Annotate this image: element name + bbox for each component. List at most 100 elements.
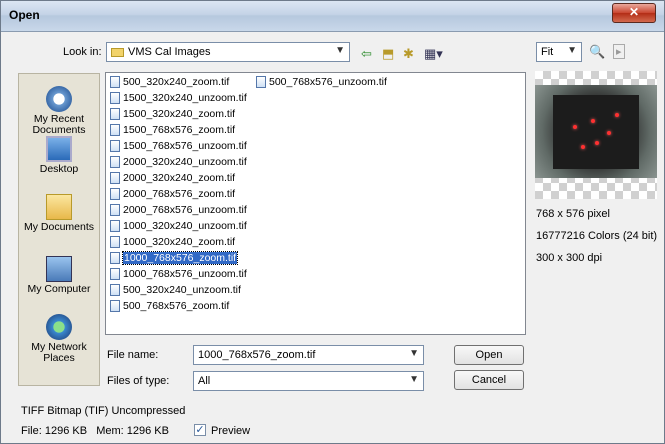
open-button[interactable]: Open <box>454 345 524 365</box>
place-network-places[interactable]: My Network Places <box>19 314 99 364</box>
list-item[interactable]: 1000_320x240_unzoom.tif <box>110 219 247 233</box>
chevron-down-icon: ▼ <box>335 45 345 56</box>
list-item[interactable]: 500_768x576_zoom.tif <box>110 299 229 313</box>
look-in-combo[interactable]: VMS Cal Images ▼ <box>106 42 350 62</box>
place-desktop[interactable]: Desktop <box>19 136 99 175</box>
my-computer-icon <box>46 256 72 282</box>
zoom-value: Fit <box>541 46 554 58</box>
places-bar: My Recent Documents Desktop My Documents… <box>18 73 100 386</box>
tif-file-icon <box>110 140 120 153</box>
network-places-icon <box>46 314 72 340</box>
place-my-computer[interactable]: My Computer <box>19 256 99 295</box>
place-my-documents[interactable]: My Documents <box>19 194 99 233</box>
format-status: TIFF Bitmap (TIF) Uncompressed <box>21 405 186 417</box>
file-name: 1000_320x240_unzoom.tif <box>123 220 247 232</box>
list-item[interactable]: 1500_768x576_zoom.tif <box>110 123 235 137</box>
chevron-down-icon: ▼ <box>409 348 419 359</box>
tif-file-icon <box>110 108 120 121</box>
close-button[interactable]: ✕ <box>612 3 656 23</box>
list-item[interactable]: 500_768x576_unzoom.tif <box>256 75 387 89</box>
preview-dpi: 300 x 300 dpi <box>536 252 603 264</box>
preview-dot <box>607 131 611 135</box>
file-name: 1500_320x240_unzoom.tif <box>123 92 247 104</box>
folder-up-icon[interactable]: ⬒ <box>382 46 394 62</box>
file-name: 2000_768x576_zoom.tif <box>123 188 236 200</box>
file-name: 2000_320x240_unzoom.tif <box>123 156 247 168</box>
back-icon[interactable]: ⇦ <box>361 46 372 62</box>
preview-dot <box>573 125 577 129</box>
close-icon: ✕ <box>628 5 640 19</box>
list-item[interactable]: 2000_320x240_unzoom.tif <box>110 155 247 169</box>
file-list[interactable]: 500_320x240_zoom.tif 1500_320x240_unzoom… <box>105 72 526 335</box>
file-name: 500_768x576_zoom.tif <box>123 300 230 312</box>
tif-file-icon <box>110 172 120 185</box>
file-name: 2000_320x240_zoom.tif <box>123 172 236 184</box>
file-type-combo[interactable]: All ▼ <box>193 371 424 391</box>
zoom-combo[interactable]: Fit ▼ <box>536 42 582 62</box>
look-in-text: VMS Cal Images <box>128 46 211 58</box>
tif-file-icon <box>110 124 120 137</box>
desktop-icon <box>46 136 72 162</box>
file-name: 500_768x576_unzoom.tif <box>269 76 387 88</box>
file-name-combo[interactable]: 1000_768x576_zoom.tif ▼ <box>193 345 424 365</box>
place-label: My Network Places <box>31 341 87 364</box>
my-documents-icon <box>46 194 72 220</box>
file-name: 1500_768x576_unzoom.tif <box>123 140 247 152</box>
place-label: My Documents <box>23 221 95 233</box>
file-name-value: 1000_768x576_zoom.tif <box>198 349 316 361</box>
place-recent-documents[interactable]: My Recent Documents <box>19 86 99 136</box>
preview-checkbox[interactable]: ✓ <box>194 424 206 436</box>
tif-file-icon <box>110 188 120 201</box>
views-menu-icon[interactable]: ▦▾ <box>424 46 443 62</box>
tif-file-icon <box>110 252 120 265</box>
list-item[interactable]: 500_320x240_unzoom.tif <box>110 283 241 297</box>
list-item[interactable]: 1000_768x576_unzoom.tif <box>110 267 247 281</box>
tif-file-icon <box>256 76 266 89</box>
list-item[interactable]: 1500_768x576_unzoom.tif <box>110 139 247 153</box>
place-label: My Computer <box>27 283 91 295</box>
zoom-page-icon[interactable]: 🔍 <box>589 44 605 60</box>
preview-image <box>535 85 657 178</box>
file-type-value: All <box>198 375 211 387</box>
preview-checkbox-label: Preview <box>211 425 251 437</box>
preview-colors: 16777216 Colors (24 bit) <box>536 230 658 242</box>
tif-file-icon <box>110 220 120 233</box>
recent-documents-icon <box>46 86 72 112</box>
list-item[interactable]: 2000_320x240_zoom.tif <box>110 171 235 185</box>
tif-file-icon <box>110 204 120 217</box>
file-type-label: Files of type: <box>107 375 170 387</box>
file-name: 500_320x240_zoom.tif <box>123 76 230 88</box>
file-name-label: File name: <box>107 349 159 361</box>
file-name: 1000_768x576_unzoom.tif <box>123 268 247 280</box>
chevron-down-icon: ▼ <box>567 45 577 56</box>
look-in-value: VMS Cal Images <box>111 46 211 58</box>
list-item[interactable]: 1000_320x240_zoom.tif <box>110 235 235 249</box>
file-name: 1000_320x240_zoom.tif <box>123 236 236 248</box>
file-name: 1500_768x576_zoom.tif <box>123 124 236 136</box>
list-item[interactable]: 2000_768x576_zoom.tif <box>110 187 235 201</box>
tif-file-icon <box>110 76 120 89</box>
preview-dot <box>595 141 599 145</box>
tif-file-icon <box>110 268 120 281</box>
window-title: Open <box>9 8 40 22</box>
tif-file-icon <box>110 156 120 169</box>
list-item[interactable]: 1500_320x240_zoom.tif <box>110 107 235 121</box>
list-item[interactable]: 1500_320x240_unzoom.tif <box>110 91 247 105</box>
tif-file-icon <box>110 92 120 105</box>
file-name: 1000_768x576_zoom.tif <box>121 251 239 265</box>
look-in-label: Look in: <box>63 46 102 58</box>
play-icon[interactable]: ▸ <box>613 44 625 59</box>
file-name: 1500_320x240_zoom.tif <box>123 108 236 120</box>
list-item[interactable]: 2000_768x576_unzoom.tif <box>110 203 247 217</box>
place-label: Desktop <box>39 163 79 175</box>
place-label: My Recent Documents <box>32 113 86 136</box>
title-bar: Open ✕ <box>1 1 664 32</box>
open-dialog: Open ✕ Look in: VMS Cal Images ▼ ⇦ ⬒ ✱ ▦… <box>0 0 665 444</box>
list-item-selected[interactable]: 1000_768x576_zoom.tif <box>110 251 239 265</box>
preview-dimensions: 768 x 576 pixel <box>536 208 610 220</box>
file-name: 2000_768x576_unzoom.tif <box>123 204 247 216</box>
list-item[interactable]: 500_320x240_zoom.tif <box>110 75 229 89</box>
cancel-button[interactable]: Cancel <box>454 370 524 390</box>
new-folder-icon[interactable]: ✱ <box>403 46 414 62</box>
image-preview <box>535 71 657 199</box>
